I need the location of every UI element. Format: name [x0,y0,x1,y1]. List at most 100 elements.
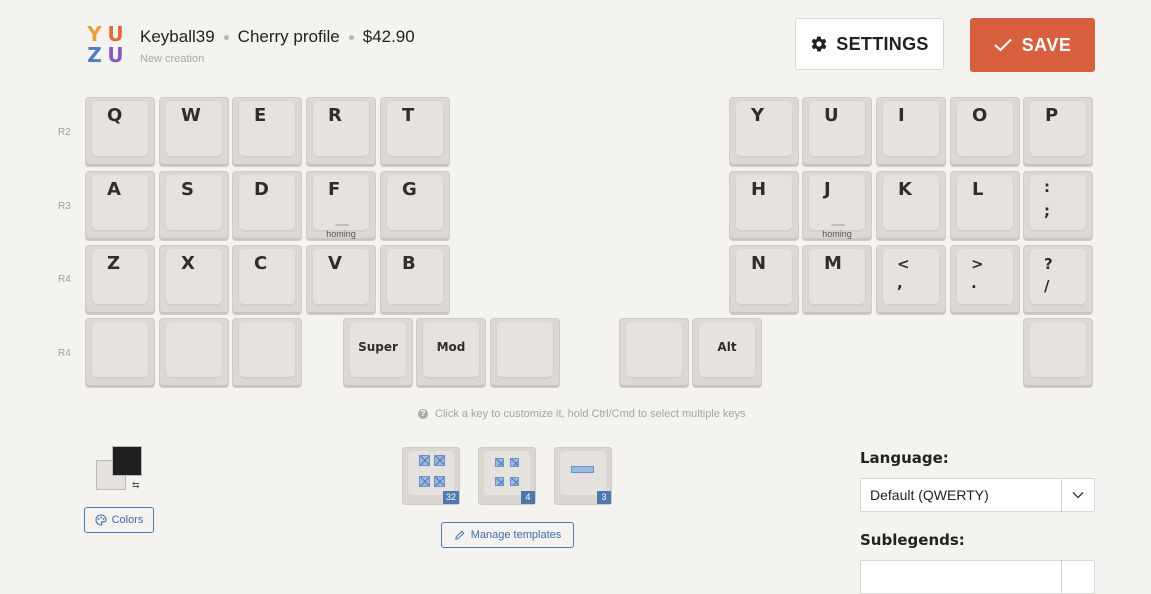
key-legend: E [254,105,267,126]
key-s[interactable]: S [159,171,229,241]
key-legend: I [898,105,905,126]
key-legend: L [972,179,984,200]
key-legend: K [898,179,912,200]
template-symbols[interactable]: 4 [478,447,536,505]
legend-color-swatch[interactable] [112,446,142,476]
key-i[interactable]: I [876,97,946,167]
key-z[interactable]: Z [85,245,155,315]
key-c[interactable]: C [232,245,302,315]
homing-bump [831,224,845,226]
sublegends-value [861,561,1061,593]
row-label: R4 [58,274,71,285]
template-glyph [434,455,445,466]
key-mod[interactable]: Mod [416,318,486,388]
key-w[interactable]: W [159,97,229,167]
key-k[interactable]: K [876,171,946,241]
yuzu-logo[interactable]: Y U Z U [84,24,126,66]
key-f[interactable]: Fhoming [306,171,376,241]
manage-templates-button[interactable]: Manage templates [441,522,574,548]
key-blank[interactable] [490,318,560,388]
key-period[interactable]: >. [950,245,1020,315]
template-glyph [571,466,594,473]
logo-letter: Z [87,43,102,67]
language-select[interactable]: Default (QWERTY) [860,478,1095,512]
template-count: 4 [521,491,535,504]
key-legend: C [254,253,268,274]
key-legend: , [897,274,903,292]
key-x[interactable]: X [159,245,229,315]
key-blank[interactable] [85,318,155,388]
manage-templates-label: Manage templates [470,529,562,541]
key-j[interactable]: Jhoming [802,171,872,241]
sublegends-select[interactable] [860,560,1095,594]
save-button[interactable]: SAVE [970,18,1095,72]
selection-hint: ? Click a key to customize it, hold Ctrl… [418,408,746,420]
price: $42.90 [362,27,415,46]
chevron-down-icon[interactable] [1061,479,1094,511]
key-legend: V [328,253,342,274]
key-legend: W [181,105,201,126]
key-legend: H [751,179,767,200]
colors-button[interactable]: Colors [84,507,154,533]
row-label: R3 [58,201,71,212]
key-q[interactable]: Q [85,97,155,167]
key-super[interactable]: Super [343,318,413,388]
key-p[interactable]: P [1023,97,1093,167]
key-legend: U [824,105,839,126]
save-label: SAVE [1021,34,1072,55]
key-legend: Y [751,105,765,126]
key-legend: Mod [436,340,466,354]
help-icon: ? [418,409,428,419]
swap-colors-icon[interactable]: ⇆ [132,480,140,491]
language-value: Default (QWERTY) [870,487,989,503]
template-modifiers[interactable]: 3 [554,447,612,505]
key-legend: B [402,253,416,274]
key-a[interactable]: A [85,171,155,241]
pencil-icon [454,530,465,540]
key-legend-shift: < [897,255,910,273]
template-alphas[interactable]: 32 [402,447,460,505]
key-legend: F [328,179,341,200]
key-u[interactable]: U [802,97,872,167]
key-semicolon[interactable]: :; [1023,171,1093,241]
key-n[interactable]: N [729,245,799,315]
settings-button[interactable]: SETTINGS [795,18,944,70]
key-legend: / [1044,277,1050,295]
key-r[interactable]: R [306,97,376,167]
key-o[interactable]: O [950,97,1020,167]
key-v[interactable]: V [306,245,376,315]
key-l[interactable]: L [950,171,1020,241]
key-blank[interactable] [1023,318,1093,388]
key-blank[interactable] [619,318,689,388]
key-legend: G [402,179,417,200]
palette-icon [95,514,107,526]
key-legend: T [402,105,415,126]
key-g[interactable]: G [380,171,450,241]
key-b[interactable]: B [380,245,450,315]
creation-status: New creation [140,53,205,65]
key-slash[interactable]: ? / [1023,245,1093,315]
key-comma[interactable]: <, [876,245,946,315]
key-blank[interactable] [232,318,302,388]
key-alt[interactable]: Alt [692,318,762,388]
template-glyph [434,476,445,487]
key-t[interactable]: T [380,97,450,167]
key-legend-shift: ? [1044,255,1053,273]
language-label: Language: [860,449,949,467]
key-h[interactable]: H [729,171,799,241]
template-glyph [510,477,519,486]
key-legend: D [254,179,269,200]
key-blank[interactable] [159,318,229,388]
key-legend: X [181,253,195,274]
template-count: 3 [597,491,611,504]
key-d[interactable]: D [232,171,302,241]
key-e[interactable]: E [232,97,302,167]
key-legend: S [181,179,194,200]
homing-bump [335,224,349,226]
key-m[interactable]: M [802,245,872,315]
sublegends-label: Sublegends: [860,531,965,549]
keycap-profile: Cherry profile [237,27,340,46]
template-glyph [419,476,430,487]
key-y[interactable]: Y [729,97,799,167]
chevron-down-icon[interactable] [1061,561,1094,593]
